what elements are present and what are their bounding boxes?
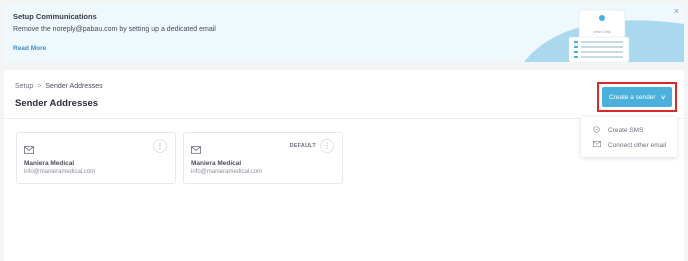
sender-name: Maniera Medical bbox=[191, 160, 242, 167]
sender-card[interactable]: DEFAULT ⋮ Maniera Medical info@manierame… bbox=[183, 132, 343, 184]
chat-icon bbox=[593, 125, 605, 135]
menu-item-connect-email[interactable]: Connect other email bbox=[581, 138, 677, 152]
more-options-icon[interactable]: ⋮ bbox=[320, 139, 334, 153]
page-title: Sender Addresses bbox=[15, 98, 99, 109]
mail-icon bbox=[24, 141, 34, 159]
sender-card[interactable]: ⋮ Maniera Medical info@manieramedical.co… bbox=[16, 132, 176, 184]
breadcrumb-separator: > bbox=[37, 83, 42, 90]
create-sender-button[interactable]: Create a sender ∨ bbox=[602, 87, 672, 107]
create-sender-label: Create a sender bbox=[608, 93, 656, 101]
chevron-down-icon: ∨ bbox=[659, 94, 666, 101]
sender-email: info@manieramedical.com bbox=[24, 169, 96, 175]
breadcrumb: Setup > Sender Addresses bbox=[15, 83, 103, 90]
close-icon[interactable]: × bbox=[674, 7, 679, 16]
banner-illustration: View Only bbox=[524, 9, 684, 62]
breadcrumb-current: Sender Addresses bbox=[45, 83, 103, 90]
view-only-label: View Only bbox=[593, 29, 611, 34]
mail-icon bbox=[593, 141, 605, 149]
banner-text: Remove the noreply@pabau.com by setting … bbox=[13, 26, 216, 33]
default-badge: DEFAULT bbox=[289, 143, 316, 149]
menu-item-label: Connect other email bbox=[608, 141, 667, 149]
menu-item-label: Create SMS bbox=[608, 126, 644, 134]
setup-banner: Setup Communications Remove the noreply@… bbox=[4, 4, 684, 62]
create-sender-menu: Create SMS Connect other email bbox=[581, 117, 677, 157]
sender-name: Maniera Medical bbox=[24, 160, 75, 167]
breadcrumb-setup[interactable]: Setup bbox=[15, 83, 33, 90]
mail-icon bbox=[191, 141, 201, 159]
sender-email: info@manieramedical.com bbox=[191, 169, 263, 175]
banner-title: Setup Communications bbox=[13, 12, 97, 21]
read-more-link[interactable]: Read More bbox=[13, 45, 46, 52]
main-panel: Setup > Sender Addresses Sender Addresses … bbox=[4, 70, 684, 261]
more-options-icon[interactable]: ⋮ bbox=[153, 139, 167, 153]
menu-item-create-sms[interactable]: Create SMS bbox=[581, 123, 677, 137]
